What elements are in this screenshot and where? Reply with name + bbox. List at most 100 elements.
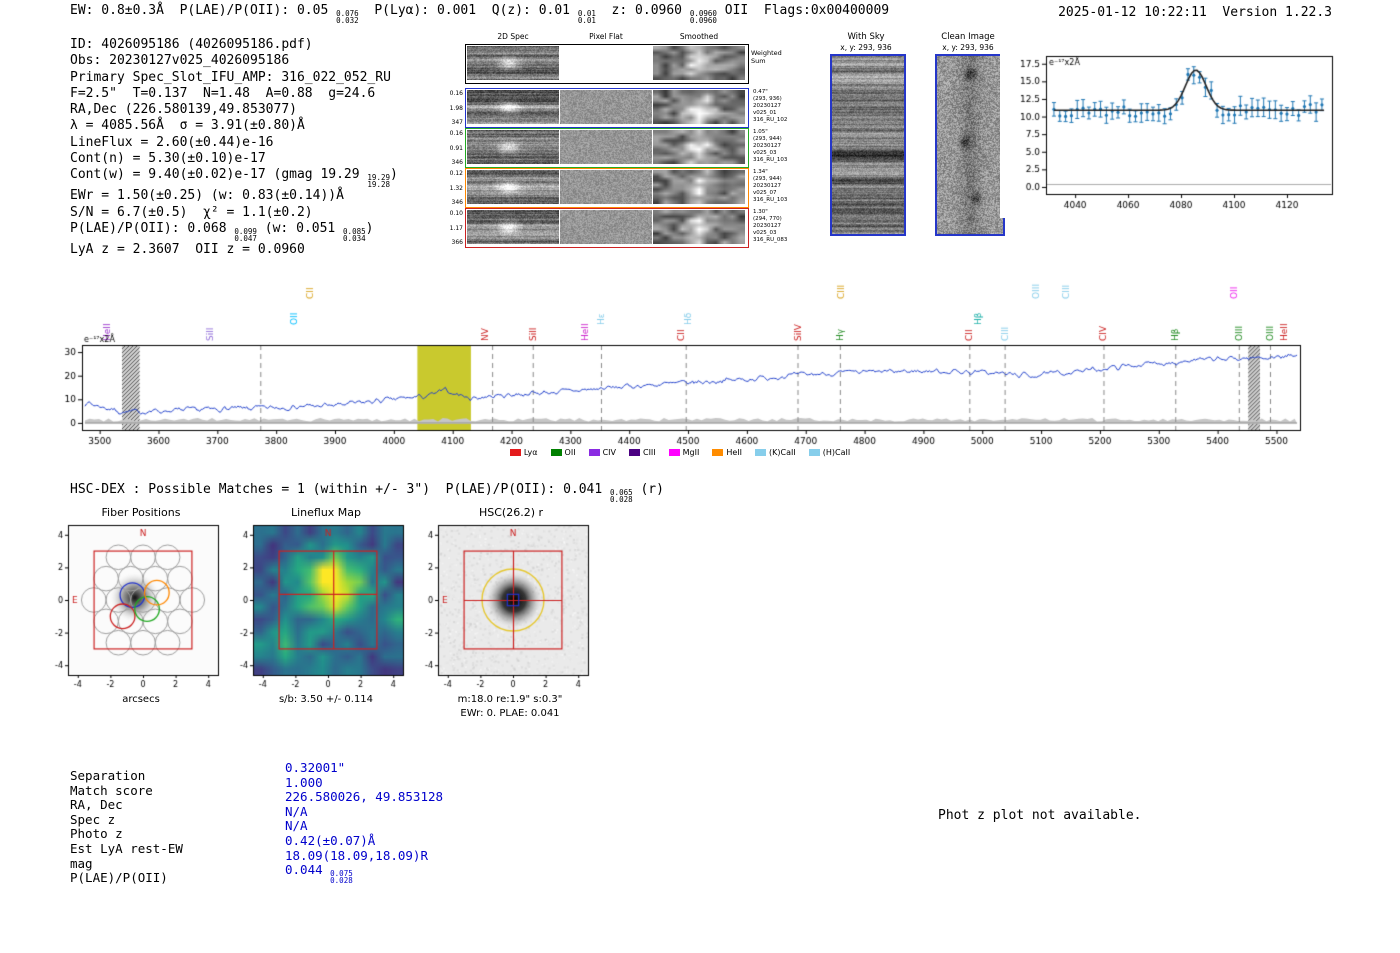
text-segment: LineFlux = 2.60(±0.44)e-16: [70, 135, 274, 150]
match-row-label: mag: [70, 856, 93, 871]
stacked-fraction: 0.0850.034: [343, 228, 366, 242]
legend-label: CIV: [603, 448, 616, 457]
text-segment: Cont(w) = 9.40(±0.02)e-17 (gmag 19.29: [70, 167, 367, 182]
legend-swatch: [755, 449, 766, 456]
text-segment: P(LAE)/P(OII): 0.068: [70, 221, 234, 236]
match-row-value: 0.42(±0.07)Å: [285, 833, 375, 848]
info-line: RA,Dec (226.580139,49.853077): [70, 102, 398, 118]
match-row-label: Photo z: [70, 826, 123, 841]
text-segment: 0.42(±0.07)Å: [285, 833, 375, 848]
info-line: λ = 4085.56Å σ = 3.91(±0.80)Å: [70, 118, 398, 134]
annotation-line: 316_RU_102: [753, 117, 803, 124]
stacked-fraction: 0.0750.028: [330, 870, 353, 884]
spec2d-cutout-panel: 0.161.983470.47"(293, 936)20230127v025_0…: [443, 0, 803, 260]
legend-swatch: [809, 449, 820, 456]
stat-value: 346: [452, 199, 463, 206]
annotation-line: 1.34": [753, 169, 803, 176]
hsc-caption-magnitude: m:18.0 re:1.9" s:0.3": [410, 694, 610, 705]
legend-item: Lyα: [510, 448, 538, 457]
annotation-line: v025_03: [753, 150, 803, 157]
lineflux-caption: s/b: 3.50 +/- 0.114: [237, 694, 415, 705]
detection-info-block: ID: 4026095186 (4026095186.pdf)Obs: 2023…: [70, 37, 398, 258]
stacked-fraction: 19.2919.28: [367, 174, 390, 188]
stat-value: 0.16: [450, 130, 463, 137]
text-segment: EW: 0.8±0.3Å P(LAE)/P(OII): 0.05: [70, 3, 336, 18]
annotation-line: 20230127: [753, 143, 803, 150]
text-segment: λ = 4085.56Å σ = 3.91(±0.80)Å: [70, 118, 305, 133]
pixelflat-image: [560, 210, 652, 244]
stat-value: 346: [452, 159, 463, 166]
text-segment: 1.000: [285, 775, 323, 790]
photz-unavailable-note: Phot z plot not available.: [938, 808, 1142, 823]
annotation-line: 20230127: [753, 183, 803, 190]
text-segment: (r): [633, 482, 664, 497]
fraction-lower: 0.028: [610, 496, 633, 503]
hsc-cutout-title: HSC(26.2) r: [422, 506, 600, 519]
legend-swatch: [712, 449, 723, 456]
info-line: Primary Spec_Slot_IFU_AMP: 316_022_052_R…: [70, 70, 398, 86]
legend-label: (K)CaII: [769, 448, 796, 457]
legend-swatch: [551, 449, 562, 456]
fraction-lower: 19.28: [367, 181, 390, 188]
pixelflat-image: [560, 46, 652, 80]
stat-value: 0.10: [450, 210, 463, 217]
annotation-line: 1.30": [753, 209, 803, 216]
smoothed-image: [653, 210, 745, 244]
info-line: Cont(w) = 9.40(±0.02)e-17 (gmag 19.29 19…: [70, 167, 398, 188]
text-segment: LyA z = 2.3607 OII z = 0.0960: [70, 242, 305, 257]
spec2d-row-stats: 0.160.91346: [443, 130, 463, 166]
text-segment: N/A: [285, 818, 308, 833]
annotation-line: (294, 770): [753, 216, 803, 223]
match-row-value: N/A: [285, 804, 308, 819]
legend-label: Lyα: [524, 448, 538, 457]
fiber-xaxis-label: arcsecs: [52, 694, 230, 705]
fiber-positions-plot: [52, 522, 224, 690]
match-row-value: 0.044 0.0750.028: [285, 862, 353, 884]
full-spectrum-plot: [60, 258, 1350, 458]
clean-image: [935, 54, 1005, 236]
spec2d-row-annotation: 1.05"(293, 944)20230127v025_03316_RU_103: [753, 129, 803, 164]
match-row-value: 0.32001": [285, 760, 345, 775]
annotation-line: (293, 944): [753, 176, 803, 183]
hsc-dex-match-summary: HSC-DEX : Possible Matches = 1 (within +…: [70, 482, 664, 503]
spec2d-image: [467, 90, 559, 124]
with-sky-coords: x, y: 293, 936: [826, 43, 906, 52]
elixer-detection-report: EW: 0.8±0.3Å P(LAE)/P(OII): 0.05 0.0760.…: [0, 0, 1400, 953]
pixelflat-image: [560, 130, 652, 164]
spec2d-row-annotation: 1.34"(293, 944)20230127v025_07316_RU_103: [753, 169, 803, 204]
pixelflat-image: [560, 90, 652, 124]
annotation-line: (293, 944): [753, 136, 803, 143]
annotation-line: 316_RU_103: [753, 197, 803, 204]
text-segment: EWr = 1.50(±0.25) (w: 0.83(±0.14))Å: [70, 188, 344, 203]
annotation-line: 316_RU_103: [753, 157, 803, 164]
clean-image-title: Clean Image: [928, 32, 1008, 42]
spec2d-row-stats: 0.121.32346: [443, 170, 463, 206]
info-line: F=2.5" T=0.137 N=1.48 A=0.88 g=24.6: [70, 86, 398, 102]
match-row-label: Match score: [70, 783, 153, 798]
lineflux-map-plot: [237, 522, 409, 690]
match-row-label: RA, Dec: [70, 797, 123, 812]
legend-label: CIII: [643, 448, 656, 457]
legend-swatch: [589, 449, 600, 456]
annotation-line: 1.05": [753, 129, 803, 136]
info-line: EWr = 1.50(±0.25) (w: 0.83(±0.14))Å: [70, 188, 398, 204]
match-row-value: N/A: [285, 818, 308, 833]
info-line: ID: 4026095186 (4026095186.pdf): [70, 37, 398, 53]
fraction-lower: 0.028: [330, 877, 353, 884]
fiber-positions-title: Fiber Positions: [52, 506, 230, 519]
stacked-fraction: 0.0990.047: [234, 228, 257, 242]
legend-swatch: [510, 449, 521, 456]
text-segment: Primary Spec_Slot_IFU_AMP: 316_022_052_R…: [70, 70, 391, 85]
match-row-value: 18.09(18.09,18.09)R: [285, 848, 428, 863]
stat-value: 366: [452, 239, 463, 246]
stat-value: 1.32: [450, 185, 463, 192]
hsc-caption-ew-plae: EWr: 0. PLAE: 0.041: [410, 708, 610, 719]
text-segment: Cont(n) = 5.30(±0.10)e-17: [70, 151, 266, 166]
text-segment: ): [390, 167, 398, 182]
text-segment: S/N = 6.7(±0.5) χ² = 1.1(±0.2): [70, 205, 313, 220]
text-segment: F=2.5" T=0.137 N=1.48 A=0.88 g=24.6: [70, 86, 375, 101]
pixelflat-image: [560, 170, 652, 204]
clean-image-coords: x, y: 293, 936: [928, 43, 1008, 52]
legend-item: (K)CaII: [755, 448, 796, 457]
text-segment: (w: 0.051: [257, 221, 343, 236]
